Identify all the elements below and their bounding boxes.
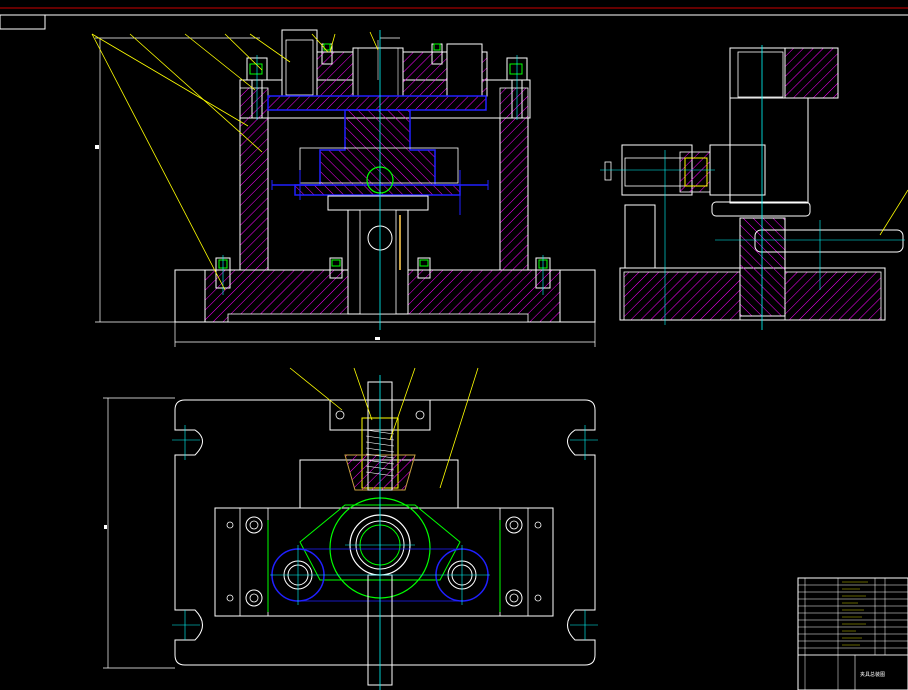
side-section-view xyxy=(600,45,908,330)
top-plan-view xyxy=(103,367,598,690)
front-section-view xyxy=(91,29,596,347)
title-block-drawing-title: 夹具总装图 xyxy=(860,671,885,678)
title-block: 夹具总装图 xyxy=(797,577,908,690)
sheet-border xyxy=(0,7,908,30)
cad-drawing-sheet: 夹具总装图 xyxy=(0,7,908,690)
